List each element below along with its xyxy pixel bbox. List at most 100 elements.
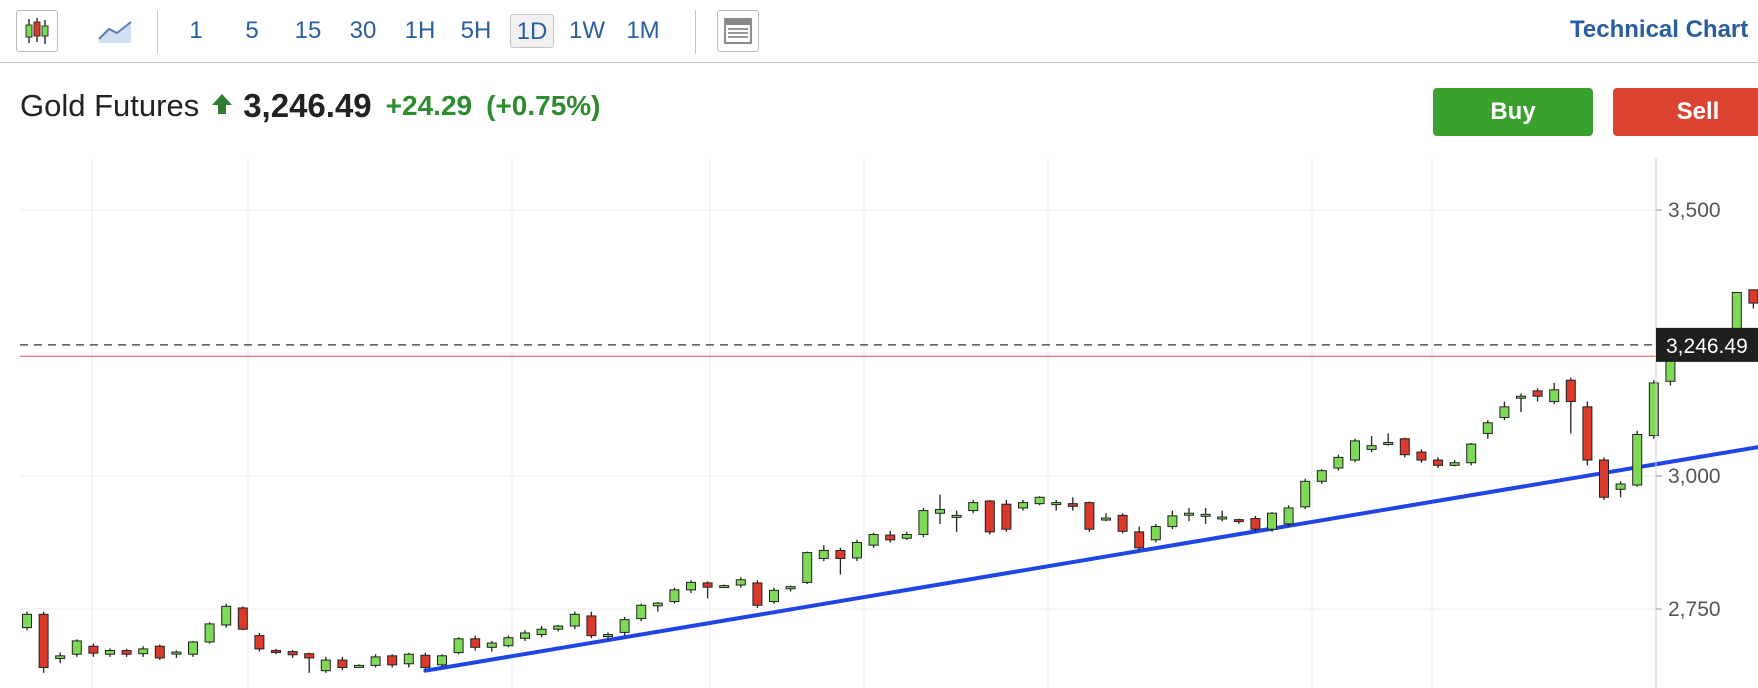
sell-button[interactable]: Sell	[1613, 88, 1758, 136]
candle	[88, 643, 99, 657]
candle	[1134, 526, 1145, 551]
candle-body	[918, 510, 929, 536]
candles	[22, 289, 1758, 673]
candle-body	[520, 632, 530, 639]
candle-body	[1233, 519, 1244, 523]
candle-body	[968, 502, 979, 512]
candle-body	[669, 589, 680, 603]
candle-body	[868, 534, 879, 546]
candle-body	[1383, 441, 1394, 445]
candle	[1615, 481, 1626, 498]
timeframe-1m[interactable]: 1M	[618, 14, 668, 48]
candle-body	[1399, 438, 1410, 456]
candle	[918, 507, 929, 538]
price-chart[interactable]: 2,750 3,000 3,500 3,246.49	[0, 158, 1758, 688]
candle	[204, 622, 215, 644]
timeframe-15[interactable]: 15	[284, 14, 332, 48]
chart-layout-icon[interactable]	[717, 10, 759, 52]
candle	[1333, 454, 1344, 471]
candle	[569, 611, 580, 630]
y-tick-label: 2,750	[1668, 598, 1721, 621]
candle	[951, 510, 962, 532]
candle-body	[1018, 502, 1028, 509]
candle-body	[138, 648, 149, 655]
candle	[1482, 420, 1493, 439]
candle	[818, 545, 829, 562]
candle	[1532, 388, 1543, 402]
candle-body	[71, 640, 82, 655]
technical-chart-link[interactable]: Technical Chart	[1570, 16, 1748, 44]
candle-body	[1599, 459, 1609, 498]
candle-body	[354, 664, 364, 668]
candle	[702, 581, 713, 599]
candle-body	[22, 613, 32, 629]
candle-body	[88, 645, 99, 654]
candle-body	[802, 552, 813, 583]
candle	[1366, 436, 1377, 453]
candle-body	[1283, 507, 1294, 525]
y-tick-label: 3,500	[1668, 199, 1721, 222]
candle	[1582, 401, 1593, 466]
timeframe-5[interactable]: 5	[232, 14, 272, 48]
candle-body	[652, 602, 663, 607]
toolbar-divider	[157, 10, 158, 54]
candle	[287, 649, 298, 658]
candle	[1018, 499, 1028, 511]
candle	[1316, 469, 1327, 484]
candle-body	[38, 613, 49, 669]
candle	[503, 635, 514, 648]
candle	[636, 603, 647, 622]
candle-body	[188, 641, 198, 655]
reference-line	[20, 344, 1656, 357]
candle	[752, 580, 763, 608]
candle	[337, 656, 348, 671]
timeframe-30[interactable]: 30	[339, 14, 387, 48]
candle	[686, 580, 696, 594]
candle	[1399, 437, 1410, 458]
candle-body	[287, 651, 298, 656]
candle	[1350, 438, 1360, 463]
candle	[71, 639, 82, 657]
candle	[1051, 499, 1062, 511]
candle-body	[785, 586, 796, 590]
candle	[237, 606, 248, 631]
candle-body	[702, 582, 713, 588]
candle	[1101, 513, 1111, 522]
candle-body	[1549, 389, 1560, 403]
candle	[968, 499, 979, 514]
candle-body	[1067, 503, 1078, 507]
candle	[1067, 497, 1078, 511]
timeframe-1h[interactable]: 1H	[396, 14, 444, 48]
candle-body	[320, 659, 331, 672]
candle-body	[370, 656, 381, 666]
candle	[304, 652, 315, 673]
area-chart-icon[interactable]	[94, 10, 138, 52]
candle-body	[586, 615, 597, 637]
timeframe-1d[interactable]: 1D	[510, 14, 554, 48]
candle-body	[1466, 443, 1477, 464]
candle-body	[636, 604, 647, 620]
candle	[669, 587, 680, 604]
candle-body	[1366, 445, 1377, 450]
buy-button[interactable]: Buy	[1433, 88, 1593, 136]
candlestick-icon[interactable]	[16, 10, 58, 52]
candle-body	[1433, 459, 1443, 466]
candle-body	[204, 623, 215, 643]
candle-body	[403, 653, 414, 665]
timeframe-1[interactable]: 1	[176, 14, 216, 48]
timeframe-5h[interactable]: 5H	[451, 14, 501, 48]
candle-body	[55, 655, 66, 659]
candle-body	[1665, 358, 1676, 382]
candle	[1648, 380, 1659, 439]
candle-body	[1648, 382, 1659, 437]
candle-body	[1117, 514, 1128, 532]
candle	[1167, 510, 1178, 530]
candle-body	[420, 654, 431, 669]
y-axis: 2,750 3,000 3,500 3,246.49	[1655, 158, 1758, 688]
timeframe-1w[interactable]: 1W	[562, 14, 612, 48]
candle-body	[304, 653, 315, 659]
candle	[1283, 505, 1294, 527]
candle	[354, 664, 364, 668]
candle	[1599, 457, 1609, 500]
y-tick-label: 3,000	[1668, 465, 1721, 488]
